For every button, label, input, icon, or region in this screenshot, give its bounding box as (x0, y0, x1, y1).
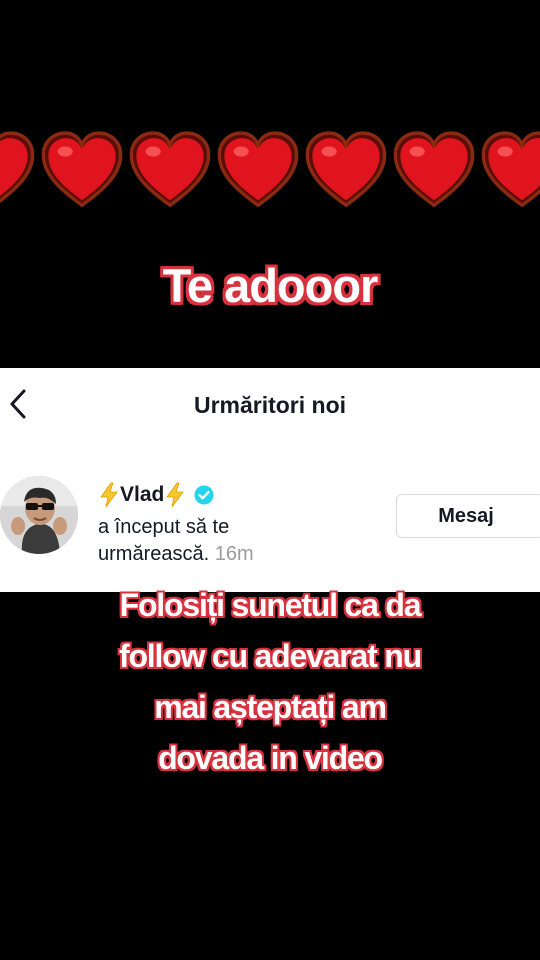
panel-header: Urmăritori noi (0, 368, 540, 442)
avatar[interactable] (0, 476, 78, 554)
caption-line: follow cu adevarat nu (119, 638, 422, 674)
activity-text: a început să te urmărească. 16m (98, 514, 388, 568)
activity-line-1: a început să te (98, 516, 230, 538)
red-heart-icon (305, 131, 387, 208)
lightning-icon (166, 482, 185, 508)
page-title: Urmăritori noi (193, 392, 347, 418)
new-followers-panel: Urmăritori noi Vlad a început să te urmă… (0, 368, 540, 592)
video-frame: Te adooor Urmăritori noi Vlad a început … (0, 0, 540, 960)
red-heart-icon (217, 131, 299, 208)
caption-line: mai așteptați am (154, 689, 387, 725)
hearts-row (0, 128, 540, 224)
red-heart-icon (41, 131, 123, 208)
red-heart-icon (481, 131, 540, 208)
red-heart-icon (129, 131, 211, 208)
message-button[interactable]: Mesaj (396, 494, 540, 538)
verified-badge-icon (194, 485, 214, 505)
username: Vlad (120, 483, 165, 506)
avatar-photo (0, 476, 78, 554)
overlay-title: Te adooor (162, 259, 379, 312)
red-heart-icon (0, 131, 35, 203)
lightning-icon (100, 482, 118, 508)
caption-line: Folosiți sunetul ca da (119, 587, 422, 623)
user-name-row[interactable]: Vlad (98, 480, 214, 510)
red-heart-icon (393, 131, 475, 208)
time-ago: 16m (214, 543, 254, 565)
caption-line: dovada in video (158, 740, 383, 776)
overlay-caption: Folosiți sunetul ca da follow cu adevara… (30, 580, 510, 784)
activity-line-2: urmărească. (98, 543, 210, 565)
